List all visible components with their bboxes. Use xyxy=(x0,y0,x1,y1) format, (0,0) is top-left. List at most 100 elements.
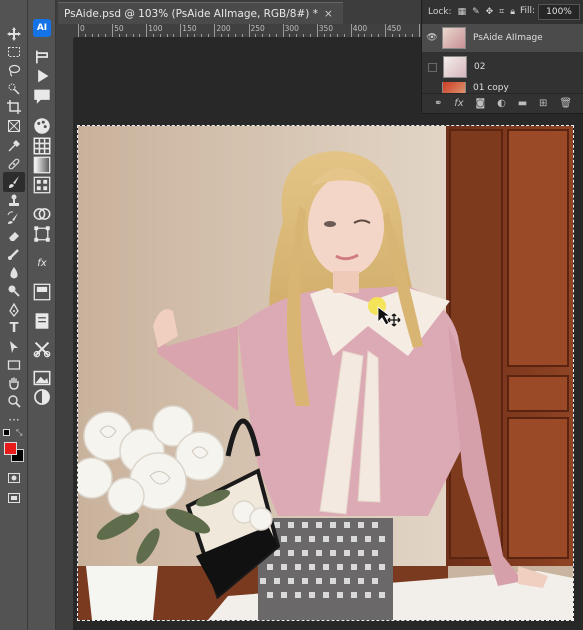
quick-select-icon[interactable] xyxy=(3,79,25,99)
new-layer-icon[interactable]: ⊞ xyxy=(539,98,547,109)
quick-mask-icon[interactable] xyxy=(3,468,25,488)
psaide-plugin-logo[interactable]: AI xyxy=(33,19,51,37)
ruler-minor-tick xyxy=(98,34,100,37)
ruler-minor-tick xyxy=(371,34,373,37)
panel-dock: fx xyxy=(28,0,56,630)
ruler-minor-tick xyxy=(303,34,305,37)
document-tab-title: PsAide.psd @ 103% (PsAide AIImage, RGB/8… xyxy=(64,8,318,20)
visibility-toggle[interactable] xyxy=(428,62,437,72)
frame-icon[interactable] xyxy=(3,116,25,136)
eye-icon[interactable]: 👁︎ xyxy=(422,33,442,43)
ruler-minor-tick xyxy=(200,34,202,37)
brush-icon[interactable] xyxy=(3,172,25,192)
layer-row[interactable]: 👁︎ PsAide AIImage xyxy=(422,24,583,52)
ruler-minor-tick xyxy=(255,34,257,37)
patterns-panel-icon[interactable] xyxy=(33,176,51,194)
marquee-icon[interactable] xyxy=(3,42,25,62)
dodge-icon[interactable] xyxy=(3,281,25,301)
foreground-color-swatch[interactable] xyxy=(4,442,17,455)
libraries-panel-icon[interactable] xyxy=(33,312,51,330)
ruler-tick-label: 400 xyxy=(352,24,368,33)
crop-icon[interactable] xyxy=(3,97,25,117)
swap-colors-icon[interactable]: ⤡ xyxy=(16,428,22,438)
channels-panel-icon[interactable] xyxy=(33,388,51,406)
ruler-minor-tick xyxy=(166,34,168,37)
ruler-minor-tick xyxy=(187,34,189,37)
link-layers-icon[interactable]: ⚭ xyxy=(434,98,442,109)
lock-position-icon[interactable]: ✥ xyxy=(486,7,494,17)
new-group-icon[interactable]: ▬ xyxy=(518,98,527,109)
ruler-tick-mark xyxy=(248,24,250,37)
ruler-tick-label: 450 xyxy=(386,24,402,33)
lock-pixels-icon[interactable]: ✎ xyxy=(472,7,480,17)
layer-name[interactable]: 01 copy xyxy=(473,83,509,93)
delete-layer-icon[interactable]: 🗑︎ xyxy=(559,98,572,109)
path-select-icon[interactable] xyxy=(3,337,25,357)
color-panel-icon[interactable] xyxy=(33,117,51,135)
vertical-ruler[interactable] xyxy=(56,38,74,630)
add-mask-icon[interactable]: ◙ xyxy=(476,98,486,109)
rectangle-icon[interactable] xyxy=(3,355,25,375)
healing-icon[interactable] xyxy=(3,154,25,174)
ruler-minor-tick xyxy=(105,34,107,37)
image-panel-icon[interactable] xyxy=(33,369,51,387)
move-icon[interactable] xyxy=(3,24,25,44)
eyedropper-icon[interactable] xyxy=(3,136,25,156)
ruler-minor-tick xyxy=(139,34,141,37)
swatches-panel-icon[interactable] xyxy=(33,137,51,155)
default-colors-icon[interactable] xyxy=(3,429,10,436)
adjustments-panel-icon[interactable] xyxy=(33,205,51,223)
type-icon[interactable]: T xyxy=(3,318,25,338)
layers-panel: Lock: ▦ ✎ ✥ ⌗ 🔒︎ Fill: 100% 👁︎ PsAide AI… xyxy=(421,0,583,114)
ruler-tick-label: 200 xyxy=(216,24,231,33)
ruler-minor-tick xyxy=(132,34,134,37)
eraser-icon[interactable] xyxy=(3,226,25,246)
ruler-tick-mark xyxy=(78,24,79,37)
hand-icon[interactable] xyxy=(3,373,25,393)
ruler-minor-tick xyxy=(262,34,264,37)
ruler-tick-mark xyxy=(282,24,284,37)
layer-thumbnail xyxy=(443,56,467,78)
gradients-panel-icon[interactable] xyxy=(33,156,51,174)
properties-panel-icon[interactable] xyxy=(33,283,51,301)
ruler-minor-tick xyxy=(207,34,209,37)
comments-panel-icon[interactable] xyxy=(33,87,51,105)
more-tools-icon[interactable]: ··· xyxy=(3,410,25,430)
blur-icon[interactable] xyxy=(3,263,25,283)
ruler-tick-mark xyxy=(350,24,352,37)
lock-artboard-icon[interactable]: ⌗ xyxy=(499,7,504,17)
paths-panel-icon[interactable] xyxy=(33,225,51,243)
lock-transparent-icon[interactable]: ▦ xyxy=(458,7,467,17)
ruler-minor-tick xyxy=(275,34,277,37)
layer-name[interactable]: 02 xyxy=(474,62,485,72)
pen-icon[interactable] xyxy=(3,300,25,320)
stamp-icon[interactable] xyxy=(3,190,25,210)
actions-panel-icon[interactable] xyxy=(33,67,51,85)
ruler-minor-tick xyxy=(234,34,236,37)
layer-thumbnail xyxy=(442,27,466,49)
gradient-icon[interactable] xyxy=(3,244,25,264)
layer-name[interactable]: PsAide AIImage xyxy=(473,33,543,43)
tools-panel: T ··· ⤡ xyxy=(0,0,28,630)
document-canvas-image[interactable] xyxy=(77,125,574,621)
ruler-minor-tick xyxy=(405,34,407,37)
document-tab[interactable]: PsAide.psd @ 103% (PsAide AIImage, RGB/8… xyxy=(58,2,343,24)
ruler-minor-tick xyxy=(153,34,155,37)
adjustment-layer-icon[interactable]: ◐ xyxy=(497,98,506,109)
zoom-icon[interactable] xyxy=(3,391,25,411)
lock-all-icon[interactable]: 🔒︎ xyxy=(510,7,515,17)
fill-input[interactable]: 100% xyxy=(538,4,580,20)
fx-icon[interactable]: fx xyxy=(454,98,463,109)
history-panel-icon[interactable] xyxy=(33,48,51,66)
ruler-minor-tick xyxy=(241,34,243,37)
ruler-minor-tick xyxy=(84,34,86,37)
lasso-icon[interactable] xyxy=(3,61,25,81)
ruler-minor-tick xyxy=(364,34,366,37)
close-tab-icon[interactable]: × xyxy=(324,8,333,20)
layer-row[interactable]: 02 xyxy=(422,53,583,81)
screen-mode-icon[interactable] xyxy=(3,488,25,508)
history-brush-icon[interactable] xyxy=(3,208,25,228)
ruler-tick-label: 250 xyxy=(250,24,265,33)
tool-presets-icon[interactable] xyxy=(33,340,51,358)
fx-panel-icon[interactable]: fx xyxy=(33,254,51,272)
